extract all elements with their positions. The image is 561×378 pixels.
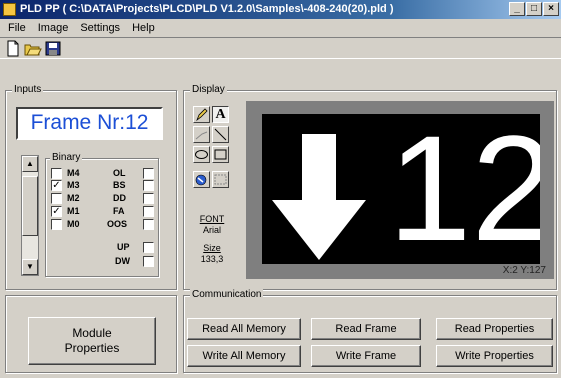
inputs-group-label: Inputs <box>12 84 44 96</box>
checkbox-oos[interactable] <box>143 219 154 230</box>
checkbox-dw[interactable] <box>143 256 154 267</box>
scroll-up-arrow-icon[interactable]: ▲ <box>22 156 38 172</box>
label-bs: BS <box>113 180 126 190</box>
write-frame-button[interactable]: Write Frame <box>311 345 421 367</box>
checkbox-ol[interactable] <box>143 168 154 179</box>
fill-bucket-tool-icon[interactable] <box>193 171 210 188</box>
text-tool-icon[interactable]: A <box>212 106 229 123</box>
save-disk-icon[interactable] <box>44 40 62 57</box>
led-display-panel[interactable]: 12 X:2 Y:127 <box>246 101 554 279</box>
polyline-tool-icon[interactable] <box>193 126 210 143</box>
frame-scrollbar[interactable]: ▲ ▼ <box>21 155 39 276</box>
label-dw: DW <box>115 256 130 266</box>
menu-image[interactable]: Image <box>32 19 75 37</box>
binary-group: Binary <box>45 152 159 277</box>
rectangle-tool-icon[interactable] <box>212 146 229 163</box>
minimize-button[interactable]: _ <box>509 2 525 16</box>
size-label: Size <box>203 243 221 253</box>
close-button[interactable]: × <box>543 2 559 16</box>
size-button[interactable]: Size 133,3 <box>191 243 233 265</box>
read-frame-button[interactable]: Read Frame <box>311 318 421 340</box>
scroll-thumb[interactable] <box>22 176 38 236</box>
label-ol: OL <box>113 168 126 178</box>
label-m2: M2 <box>67 193 80 203</box>
window-title: PLD PP ( C:\DATA\Projects\PLCD\PLD V1.2.… <box>20 3 394 15</box>
label-m1: M1 <box>67 206 80 216</box>
label-m3: M3 <box>67 180 80 190</box>
select-tool-icon[interactable] <box>212 171 229 188</box>
open-folder-icon[interactable] <box>24 40 42 57</box>
write-all-memory-button[interactable]: Write All Memory <box>187 345 301 367</box>
display-group-label: Display <box>190 84 227 96</box>
module-properties-line1: Module <box>72 326 112 340</box>
size-value: 133,3 <box>200 254 224 264</box>
checkbox-up[interactable] <box>143 242 154 253</box>
app-icon <box>3 3 16 16</box>
menu-file[interactable]: File <box>2 19 32 37</box>
menu-bar: File Image Settings Help <box>0 19 561 37</box>
down-arrow-icon <box>272 134 366 260</box>
checkbox-m2[interactable] <box>51 193 62 204</box>
communication-group-label: Communication <box>190 289 264 301</box>
frame-number-display: Frame Nr:12 <box>16 107 163 140</box>
screen-text: 12 <box>388 114 540 264</box>
menu-settings[interactable]: Settings <box>74 19 126 37</box>
module-properties-line2: Properties <box>64 341 120 355</box>
binary-group-label: Binary <box>50 152 83 164</box>
title-bar: PLD PP ( C:\DATA\Projects\PLCD\PLD V1.2.… <box>0 0 561 19</box>
read-all-memory-button[interactable]: Read All Memory <box>187 318 301 340</box>
checkbox-m4[interactable] <box>51 168 62 179</box>
checkbox-m0[interactable] <box>51 219 62 230</box>
menu-help[interactable]: Help <box>126 19 161 37</box>
checkbox-dd[interactable] <box>143 193 154 204</box>
label-fa: FA <box>113 206 125 216</box>
font-label: FONT <box>199 214 225 224</box>
label-oos: OOS <box>107 219 128 229</box>
pencil-tool-icon[interactable] <box>193 106 210 123</box>
write-properties-button[interactable]: Write Properties <box>436 345 553 367</box>
new-file-icon[interactable] <box>4 40 22 57</box>
font-name: Arial <box>202 225 221 235</box>
module-properties-button[interactable]: Module Properties <box>28 317 156 365</box>
checkbox-bs[interactable] <box>143 180 154 191</box>
ellipse-tool-icon[interactable] <box>193 146 210 163</box>
label-up: UP <box>117 242 130 252</box>
led-screen[interactable]: 12 <box>262 114 540 264</box>
cursor-coordinates: X:2 Y:127 <box>502 265 546 276</box>
checkbox-m3[interactable]: ✓ <box>51 180 62 191</box>
toolbar <box>0 37 561 59</box>
label-dd: DD <box>113 193 126 203</box>
font-button[interactable]: FONT Arial <box>191 214 233 236</box>
maximize-button[interactable]: □ <box>526 2 542 16</box>
scroll-down-arrow-icon[interactable]: ▼ <box>22 259 38 275</box>
line-tool-icon[interactable] <box>212 126 229 143</box>
label-m4: M4 <box>67 168 80 178</box>
read-properties-button[interactable]: Read Properties <box>436 318 553 340</box>
label-m0: M0 <box>67 219 80 229</box>
checkbox-m1[interactable]: ✓ <box>51 206 62 217</box>
checkbox-fa[interactable] <box>143 206 154 217</box>
